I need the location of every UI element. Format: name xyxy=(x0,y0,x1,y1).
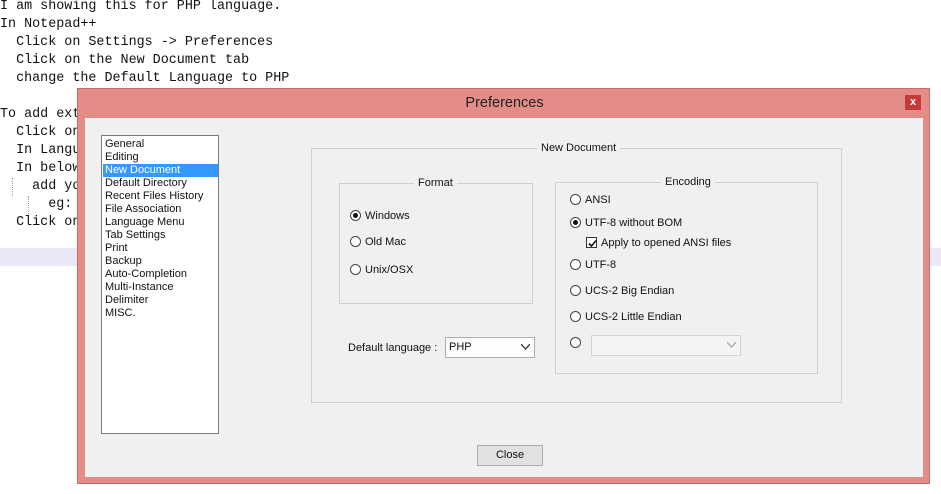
radio-circle-icon xyxy=(570,259,581,270)
editor-line: To add exte xyxy=(0,107,89,122)
category-item-backup[interactable]: Backup xyxy=(103,255,218,268)
close-button[interactable]: Close xyxy=(477,445,543,466)
close-icon[interactable]: x xyxy=(905,95,921,110)
editor-line: In below xyxy=(0,161,81,176)
category-item-delimiter[interactable]: Delimiter xyxy=(103,294,218,307)
category-item-multi-instance[interactable]: Multi-Instance xyxy=(103,281,218,294)
radio-circle-icon xyxy=(570,337,581,348)
radio-circle-icon xyxy=(350,236,361,247)
default-language-label: Default language : xyxy=(348,342,438,354)
category-item-new-document[interactable]: New Document xyxy=(103,164,218,177)
encoding-group-label: Encoding xyxy=(661,175,715,189)
encoding-charset-select[interactable] xyxy=(591,335,741,356)
category-item-editing[interactable]: Editing xyxy=(103,151,218,164)
category-item-language-menu[interactable]: Language Menu xyxy=(103,216,218,229)
category-item-general[interactable]: General xyxy=(103,138,218,151)
radio-dot-icon xyxy=(350,210,361,221)
radio-dot-icon xyxy=(570,217,581,228)
editor-line: In Notepad++ xyxy=(0,17,97,32)
category-item-print[interactable]: Print xyxy=(103,242,218,255)
editor-line: eg: xyxy=(0,197,81,212)
dialog-title: Preferences xyxy=(465,95,544,111)
category-item-recent-files-history[interactable]: Recent Files History xyxy=(103,190,218,203)
encoding-group: Encoding ANSI UTF-8 without BOM Apply to… xyxy=(555,175,818,374)
category-list[interactable]: General Editing New Document Default Dir… xyxy=(101,135,219,434)
indent-guide xyxy=(12,178,13,196)
radio-circle-icon xyxy=(570,311,581,322)
radio-circle-icon xyxy=(350,264,361,275)
panel-title: New Document xyxy=(537,141,621,155)
category-item-auto-completion[interactable]: Auto-Completion xyxy=(103,268,218,281)
dialog-client-area: General Editing New Document Default Dir… xyxy=(85,118,923,477)
radio-circle-icon xyxy=(570,285,581,296)
editor-line: Click on the New Document tab xyxy=(0,53,250,68)
indent-guide xyxy=(28,196,29,214)
editor-line: Click on xyxy=(0,215,81,230)
chevron-down-icon xyxy=(521,344,530,350)
editor-line: add you xyxy=(0,179,89,194)
new-document-panel: New Document Format Windows Old Mac Unix… xyxy=(311,141,842,403)
default-language-value: PHP xyxy=(449,341,472,353)
editor-line: Click on Settings -> Preferences xyxy=(0,35,274,50)
format-group-label: Format xyxy=(414,176,457,190)
editor-line: In Langua xyxy=(0,143,89,158)
preferences-dialog: Preferences x General Editing New Docume… xyxy=(77,88,930,484)
checkmark-icon xyxy=(586,237,597,248)
editor-line: change the Default Language to PHP xyxy=(0,71,290,86)
default-language-select[interactable]: PHP xyxy=(445,337,535,358)
editor-line: Click on xyxy=(0,125,81,140)
category-item-misc[interactable]: MISC. xyxy=(103,307,218,320)
editor-line: I am showing this for PHP language. xyxy=(0,0,282,14)
category-item-tab-settings[interactable]: Tab Settings xyxy=(103,229,218,242)
chevron-down-icon xyxy=(727,342,736,348)
format-group: Format Windows Old Mac Unix/OSX xyxy=(339,176,533,304)
radio-circle-icon xyxy=(570,194,581,205)
category-item-default-directory[interactable]: Default Directory xyxy=(103,177,218,190)
category-item-file-association[interactable]: File Association xyxy=(103,203,218,216)
